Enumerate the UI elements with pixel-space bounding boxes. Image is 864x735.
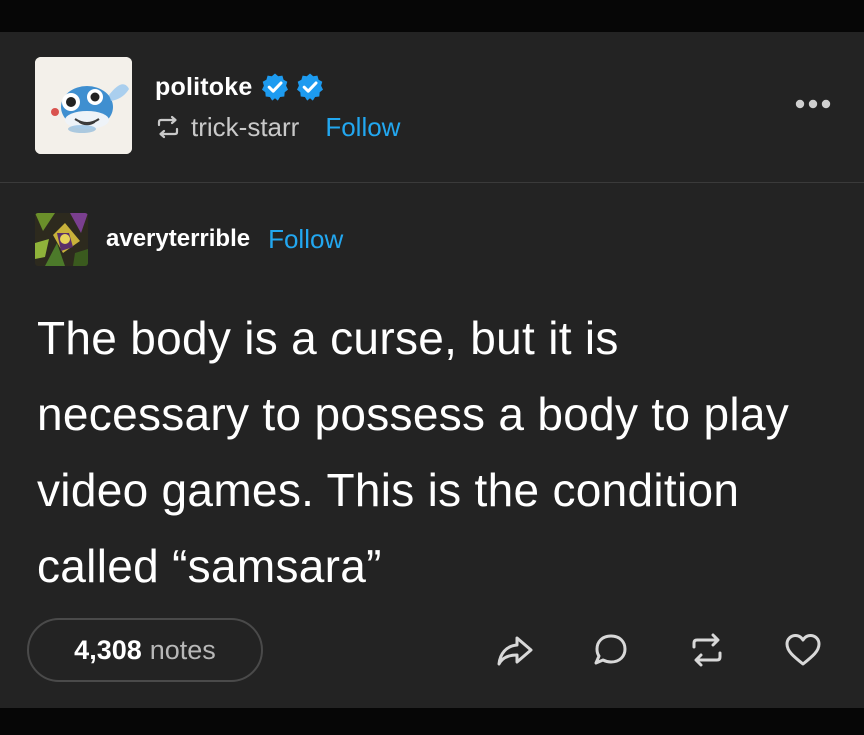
header-divider [0,182,864,183]
trail-avatar[interactable] [35,212,88,266]
reblog-icon[interactable] [687,630,727,670]
trail-blog-name[interactable]: averyterrible [106,225,250,253]
notes-button[interactable]: 4,308 notes [27,618,263,682]
reblog-source-row: trick-starr Follow [155,110,400,144]
follow-button[interactable]: Follow [325,112,400,143]
post-footer: 4,308 notes [0,618,864,686]
blog-name[interactable]: politoke [155,73,252,102]
trail-follow-button[interactable]: Follow [268,224,343,255]
reblog-small-icon [157,115,179,139]
more-horizontal-icon[interactable] [794,96,832,112]
tumblr-post-card: politoke trick-starr Follow averyterribl… [0,32,864,708]
verified-badge-icon [297,73,324,101]
verified-badge-icon [262,73,289,101]
reply-icon[interactable] [591,630,631,670]
reblogged-from-name[interactable]: trick-starr [191,112,299,143]
like-icon[interactable] [783,630,823,670]
notes-count: 4,308 [74,634,142,665]
share-icon[interactable] [495,630,535,670]
post-text: The body is a curse, but it is necessary… [37,312,790,592]
blog-avatar[interactable] [35,57,132,154]
notes-label: notes [149,634,216,665]
screen: politoke trick-starr Follow averyterribl… [0,0,864,735]
trail-header: averyterrible Follow [35,212,343,266]
post-header: politoke trick-starr Follow [0,32,864,182]
blog-name-row: politoke [155,70,325,104]
